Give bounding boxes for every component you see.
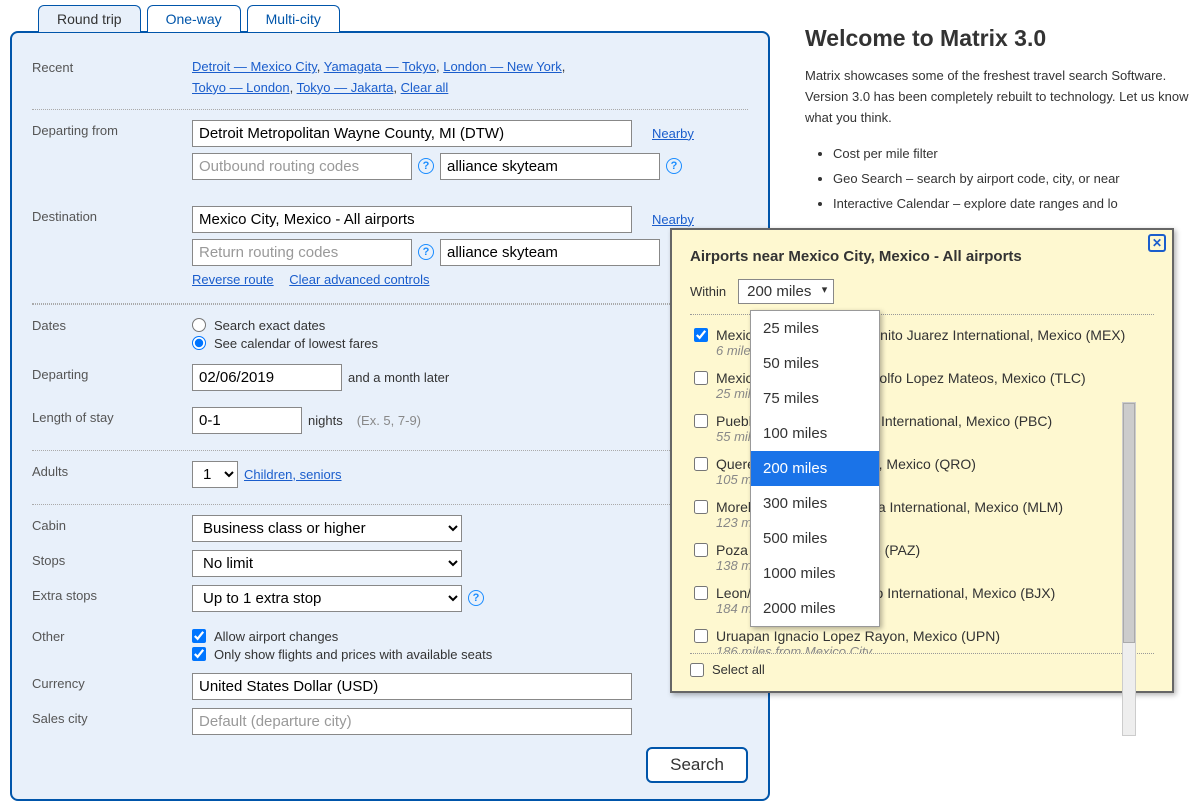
- within-option[interactable]: 25 miles: [751, 311, 879, 346]
- currency-input[interactable]: [192, 673, 632, 700]
- available-seats-label: Only show flights and prices with availa…: [214, 647, 492, 662]
- allow-airport-changes-label: Allow airport changes: [214, 629, 338, 644]
- clear-advanced-link[interactable]: Clear advanced controls: [289, 272, 429, 287]
- allow-airport-changes-checkbox[interactable]: [192, 629, 206, 643]
- departing-label: Departing: [32, 364, 192, 382]
- recent-link[interactable]: Tokyo — London: [192, 80, 290, 95]
- recent-link[interactable]: Detroit — Mexico City: [192, 59, 317, 74]
- recent-clear-all[interactable]: Clear all: [401, 80, 449, 95]
- and-month-later-label: and a month later: [348, 370, 449, 385]
- airport-checkbox[interactable]: [694, 500, 708, 514]
- airport-checkbox[interactable]: [694, 586, 708, 600]
- airport-checkbox[interactable]: [694, 414, 708, 428]
- destination-label: Destination: [32, 206, 192, 224]
- nights-hint: (Ex. 5, 7-9): [357, 413, 421, 428]
- sales-city-input[interactable]: [192, 708, 632, 735]
- airport-checkbox[interactable]: [694, 457, 708, 471]
- recent-links: Detroit — Mexico City, Yamagata — Tokyo,…: [192, 57, 748, 99]
- available-seats-checkbox[interactable]: [192, 647, 206, 661]
- tab-round-trip[interactable]: Round trip: [38, 5, 141, 32]
- reverse-route-link[interactable]: Reverse route: [192, 272, 274, 287]
- scrollbar[interactable]: [1122, 402, 1136, 736]
- stops-label: Stops: [32, 550, 192, 568]
- airport-distance: 186 miles from Mexico City: [716, 644, 1154, 654]
- help-icon[interactable]: ?: [418, 244, 434, 260]
- within-option[interactable]: 200 miles: [751, 451, 879, 486]
- within-select[interactable]: 200 miles: [738, 279, 834, 304]
- sales-city-label: Sales city: [32, 708, 192, 726]
- within-option[interactable]: 300 miles: [751, 486, 879, 521]
- extra-stops-select[interactable]: Up to 1 extra stop: [192, 585, 462, 612]
- length-of-stay-label: Length of stay: [32, 407, 192, 425]
- departing-from-label: Departing from: [32, 120, 192, 138]
- airport-name: Uruapan Ignacio Lopez Rayon, Mexico (UPN…: [716, 628, 1000, 644]
- nights-label: nights: [308, 413, 343, 428]
- extra-stops-label: Extra stops: [32, 585, 192, 603]
- recent-link[interactable]: Tokyo — Jakarta: [297, 80, 394, 95]
- popup-title: Airports near Mexico City, Mexico - All …: [690, 248, 1154, 265]
- departing-nearby-link[interactable]: Nearby: [652, 126, 694, 141]
- scrollbar-thumb[interactable]: [1123, 403, 1135, 643]
- dates-calendar-label: See calendar of lowest fares: [214, 336, 378, 351]
- stops-select[interactable]: No limit: [192, 550, 462, 577]
- welcome-bullet: Interactive Calendar – explore date rang…: [833, 192, 1190, 217]
- help-icon[interactable]: ?: [418, 158, 434, 174]
- within-dropdown-list: 25 miles50 miles75 miles100 miles200 mil…: [750, 310, 880, 627]
- within-option[interactable]: 2000 miles: [751, 591, 879, 626]
- return-alliance-input[interactable]: [440, 239, 660, 266]
- tab-multi-city[interactable]: Multi-city: [247, 5, 340, 32]
- recent-link[interactable]: London — New York: [443, 59, 562, 74]
- outbound-alliance-input[interactable]: [440, 153, 660, 180]
- dates-label: Dates: [32, 315, 192, 333]
- destination-input[interactable]: [192, 206, 632, 233]
- airport-checkbox[interactable]: [694, 328, 708, 342]
- recent-label: Recent: [32, 57, 192, 75]
- departing-from-input[interactable]: [192, 120, 632, 147]
- children-seniors-link[interactable]: Children, seniors: [244, 467, 342, 482]
- airport-checkbox[interactable]: [694, 543, 708, 557]
- dates-exact-label: Search exact dates: [214, 318, 325, 333]
- within-option[interactable]: 1000 miles: [751, 556, 879, 591]
- close-icon[interactable]: ✕: [1148, 234, 1166, 252]
- welcome-bullet: Cost per mile filter: [833, 142, 1190, 167]
- length-of-stay-input[interactable]: [192, 407, 302, 434]
- destination-nearby-link[interactable]: Nearby: [652, 212, 694, 227]
- welcome-paragraph: Matrix showcases some of the freshest tr…: [805, 66, 1190, 128]
- other-label: Other: [32, 626, 192, 644]
- airport-checkbox[interactable]: [694, 371, 708, 385]
- help-icon[interactable]: ?: [468, 590, 484, 606]
- select-all-checkbox[interactable]: [690, 663, 704, 677]
- return-routing-input[interactable]: [192, 239, 412, 266]
- cabin-select[interactable]: Business class or higher: [192, 515, 462, 542]
- dates-calendar-radio[interactable]: [192, 336, 206, 350]
- dates-exact-radio[interactable]: [192, 318, 206, 332]
- welcome-bullet: Geo Search – search by airport code, cit…: [833, 167, 1190, 192]
- airport-checkbox[interactable]: [694, 629, 708, 643]
- search-panel: Recent Detroit — Mexico City, Yamagata —…: [10, 31, 770, 801]
- within-option[interactable]: 100 miles: [751, 416, 879, 451]
- currency-label: Currency: [32, 673, 192, 691]
- within-option[interactable]: 75 miles: [751, 381, 879, 416]
- within-label: Within: [690, 284, 726, 299]
- adults-label: Adults: [32, 461, 192, 479]
- within-option[interactable]: 50 miles: [751, 346, 879, 381]
- help-icon[interactable]: ?: [666, 158, 682, 174]
- outbound-routing-input[interactable]: [192, 153, 412, 180]
- adults-select[interactable]: 1: [192, 461, 238, 488]
- cabin-label: Cabin: [32, 515, 192, 533]
- search-button[interactable]: Search: [646, 747, 748, 783]
- nearby-airports-popup: ✕ Airports near Mexico City, Mexico - Al…: [670, 228, 1174, 693]
- departing-date-input[interactable]: [192, 364, 342, 391]
- within-option[interactable]: 500 miles: [751, 521, 879, 556]
- select-all-label: Select all: [712, 662, 765, 677]
- recent-link[interactable]: Yamagata — Tokyo: [324, 59, 436, 74]
- tab-one-way[interactable]: One-way: [147, 5, 241, 32]
- welcome-title: Welcome to Matrix 3.0: [805, 25, 1190, 52]
